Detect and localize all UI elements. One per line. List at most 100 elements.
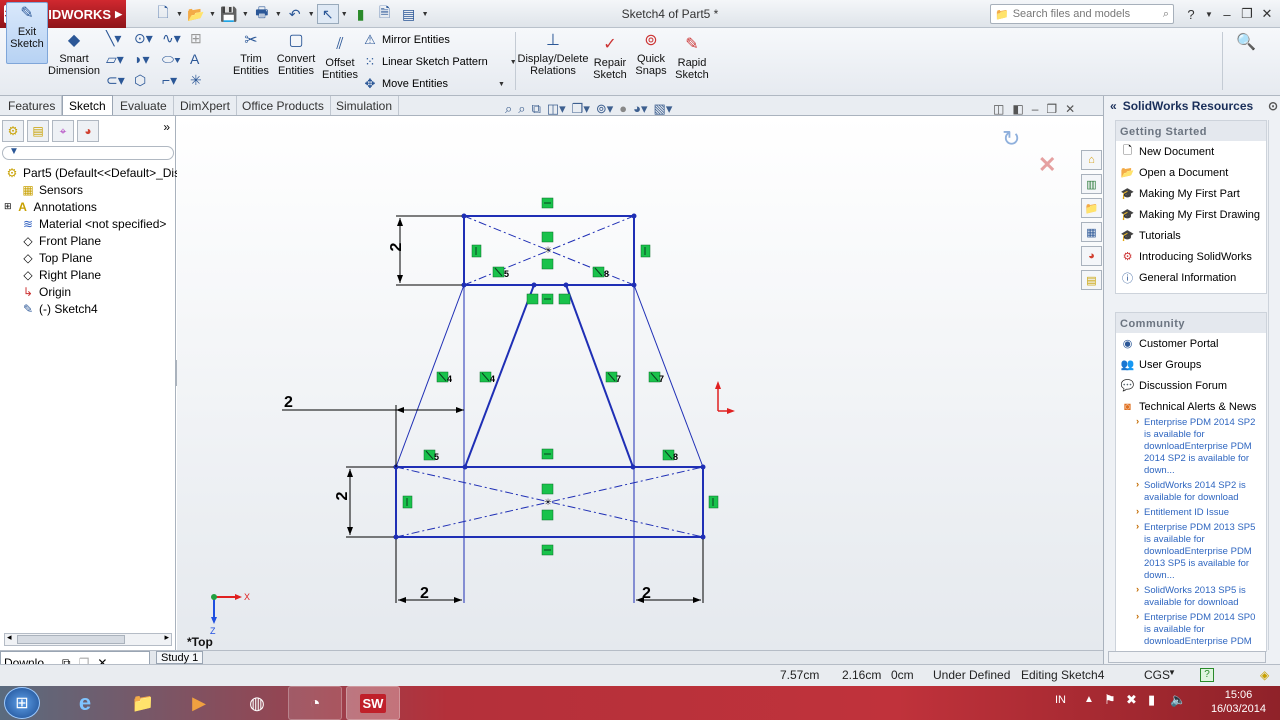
minimize-window-icon[interactable]: – (1218, 5, 1236, 23)
task-pane-hscroll[interactable] (1108, 651, 1266, 663)
open-icon[interactable]: 📂 (185, 4, 207, 24)
linear-pattern-button[interactable]: ⁙ Linear Sketch Pattern ▼ (362, 52, 517, 72)
close-window-icon[interactable]: ✕ (1258, 5, 1276, 23)
tab-simulation[interactable]: Simulation (330, 96, 400, 115)
search-icon[interactable]: ⌕ (1163, 8, 1169, 21)
pin-icon[interactable]: ⊙ (1268, 99, 1278, 113)
trim-entities-button[interactable]: ✂ Trim Entities (232, 30, 270, 78)
slot-icon[interactable]: ⊂▾ (106, 72, 134, 89)
news-link[interactable]: SolidWorks 2014 SP2 is available for dow… (1116, 479, 1264, 504)
tab-features[interactable]: Features (2, 96, 63, 115)
media-player-icon[interactable]: ▶ (172, 686, 226, 720)
dimension-bottom-height[interactable]: 2 (334, 491, 351, 500)
tab-office-products[interactable]: Office Products (236, 96, 331, 115)
dimension-top-height[interactable]: 2 (388, 242, 405, 251)
viewport-single-icon[interactable]: ◫ (993, 102, 1004, 116)
undo-caret-icon[interactable]: ▼ (308, 11, 315, 18)
status-help-icon[interactable]: ? (1200, 668, 1214, 682)
repair-sketch-button[interactable]: ✓ Repair Sketch (592, 34, 628, 82)
tree-item-front-plane[interactable]: ◇ Front Plane (20, 232, 101, 249)
file-explorer-icon[interactable]: 📁 (1081, 198, 1102, 218)
help-caret-icon[interactable]: ▼ (1200, 5, 1218, 23)
ccleaner-icon[interactable]: ◔ (288, 686, 342, 720)
feature-tree-icon[interactable]: ⚙ (2, 120, 24, 142)
custom-properties-icon[interactable]: ▤ (1081, 270, 1102, 290)
link-user-groups[interactable]: 👥 User Groups (1120, 354, 1266, 375)
tray-security-icon[interactable]: ✖ (1126, 692, 1137, 708)
tab-study-1[interactable]: Study 1 (156, 651, 204, 664)
scroll-thumb[interactable] (17, 635, 125, 644)
news-link[interactable]: Enterprise PDM 2014 SP2 is available for… (1116, 416, 1264, 477)
search-input[interactable]: 📁 Search files and models ⌕ (990, 4, 1174, 24)
options-caret-icon[interactable]: ▼ (422, 11, 429, 18)
arc-icon[interactable]: ◗▾ (134, 51, 162, 68)
search-commands-icon[interactable]: 🔍 (1236, 32, 1256, 52)
help-icon[interactable]: ? (1182, 5, 1200, 23)
undo-icon[interactable]: ↶ (284, 4, 306, 24)
save-caret-icon[interactable]: ▼ (242, 11, 249, 18)
file-explorer-taskbar-icon[interactable]: 📁 (116, 686, 170, 720)
view-palette-icon[interactable]: ▦ (1081, 222, 1102, 242)
scroll-left-icon[interactable]: ◂ (7, 632, 12, 643)
tree-item-annotations[interactable]: ⊞ A Annotations (4, 198, 97, 215)
link-customer-portal[interactable]: ◉ Customer Portal (1120, 333, 1266, 354)
news-link[interactable]: SolidWorks 2013 SP5 is available for dow… (1116, 584, 1264, 609)
offset-entities-button[interactable]: ⫽ Offset Entities (320, 34, 360, 82)
expand-icon[interactable]: ⊞ (4, 201, 12, 212)
news-link[interactable]: Enterprise PDM 2014 SP0 is available for… (1116, 611, 1264, 648)
appearances-icon[interactable]: ◕ (1081, 246, 1102, 266)
link-tutorials[interactable]: 🎓 Tutorials (1120, 225, 1266, 246)
restore-window-icon[interactable]: ❐ (1238, 5, 1256, 23)
print-icon[interactable]: 🖶 (251, 4, 273, 24)
select-icon[interactable]: ↖ (316, 4, 339, 24)
tree-item-material[interactable]: ≋ Material <not specified> (20, 215, 166, 232)
new-caret-icon[interactable]: ▼ (176, 11, 183, 18)
exit-sketch-button[interactable]: ✎ Exit Sketch (6, 2, 48, 64)
fillet-icon[interactable]: ⌐▾ (162, 72, 190, 89)
sketch-inner-right-line[interactable] (565, 284, 634, 468)
polygon-icon[interactable]: ⬡ (134, 72, 162, 89)
chrome-icon[interactable]: ◍ (230, 686, 284, 720)
sketch-outer-right-line[interactable] (633, 284, 704, 468)
tab-evaluate[interactable]: Evaluate (114, 96, 174, 115)
tree-item-top-plane[interactable]: ◇ Top Plane (20, 249, 92, 266)
news-link[interactable]: Enterprise PDM 2013 SP5 is available for… (1116, 521, 1264, 582)
canvas-restore-icon[interactable]: ❐ (1046, 102, 1057, 116)
link-open-document[interactable]: 📂 Open a Document (1120, 162, 1266, 183)
display-relations-button[interactable]: ⊥ Display/Delete Relations (518, 30, 589, 78)
sketch-outer-left-line[interactable] (395, 284, 465, 468)
tree-item-right-plane[interactable]: ◇ Right Plane (20, 266, 101, 283)
move-entities-button[interactable]: ✥ Move Entities ▼ (362, 74, 517, 94)
point-icon[interactable]: ✳ (190, 72, 218, 89)
spline-icon[interactable]: ∿▾ (162, 30, 190, 47)
show-hidden-icons[interactable]: ▲ (1084, 694, 1094, 705)
move-caret-icon[interactable]: ▼ (498, 81, 505, 88)
save-icon[interactable]: 💾 (218, 4, 240, 24)
collapse-pane-icon[interactable]: « (1110, 99, 1117, 113)
open-caret-icon[interactable]: ▼ (209, 11, 216, 18)
select-caret-icon[interactable]: ▼ (341, 11, 348, 18)
link-technical-alerts[interactable]: ◙ Technical Alerts & News (1120, 396, 1266, 417)
tree-filter-input[interactable]: ▼ (2, 146, 174, 160)
tree-item-origin[interactable]: ↳ Origin (20, 283, 71, 300)
tray-network-icon[interactable]: ⚑ (1104, 692, 1116, 708)
link-introducing[interactable]: ⚙ Introducing SolidWorks (1120, 246, 1266, 267)
link-new-document[interactable]: 🗋 New Document (1120, 141, 1266, 162)
sketch-inner-left-line[interactable] (464, 284, 535, 468)
smart-dimension-button[interactable]: ◆ Smart Dimension (48, 30, 100, 78)
text-icon[interactable]: A (190, 51, 218, 68)
panel-scrollbar[interactable]: ◂ ▸ (4, 632, 172, 646)
internet-explorer-icon[interactable]: e (58, 686, 112, 720)
quick-snaps-button[interactable]: ⊚ Quick Snaps (634, 30, 668, 78)
resources-home-icon[interactable]: ⌂ (1081, 150, 1102, 170)
grid-icon[interactable]: ⊞ (190, 30, 218, 47)
status-units[interactable]: CGS (1144, 668, 1170, 682)
circle-icon[interactable]: ⊙▾ (134, 30, 162, 47)
news-link[interactable]: Entitlement ID Issue (1116, 506, 1264, 519)
mirror-entities-button[interactable]: ⚠ Mirror Entities (362, 30, 517, 50)
units-caret-icon[interactable]: ▼ (1168, 668, 1176, 677)
tab-sketch[interactable]: Sketch (62, 95, 113, 115)
link-discussion-forum[interactable]: 💬 Discussion Forum (1120, 375, 1266, 396)
ellipse-icon[interactable]: ⬭▾ (162, 51, 190, 68)
rectangle-icon[interactable]: ▱▾ (106, 51, 134, 68)
